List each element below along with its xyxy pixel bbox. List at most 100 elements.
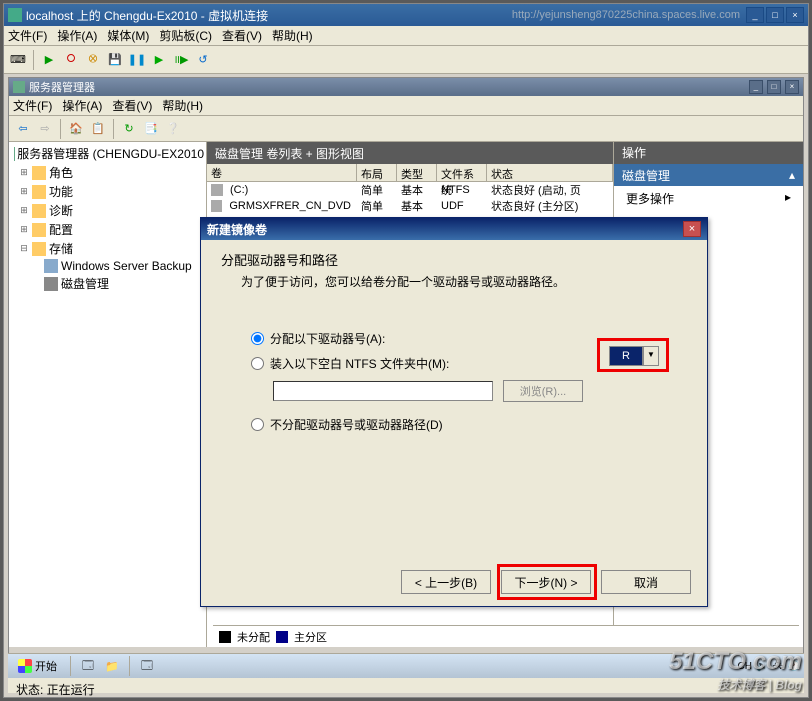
dialog-titlebar: 新建镜像卷 × xyxy=(201,218,707,240)
radio-none-row[interactable]: 不分配驱动器号或驱动器路径(D) xyxy=(251,416,687,433)
mount-path-field[interactable] xyxy=(273,381,493,401)
smgr-title: 服务器管理器 xyxy=(29,79,748,95)
save-icon[interactable]: 💾 xyxy=(105,50,125,70)
disk-header: 磁盘管理 卷列表 + 图形视图 xyxy=(207,142,613,164)
cancel-button[interactable]: 取消 xyxy=(601,570,691,594)
start-button[interactable]: 开始 xyxy=(12,656,63,676)
help-icon[interactable]: ❔ xyxy=(163,119,183,139)
smgr-icon xyxy=(13,81,25,93)
vm-window-buttons: _ □ × xyxy=(746,7,804,23)
volume-icon xyxy=(211,184,223,196)
menu-action[interactable]: 操作(A) xyxy=(57,27,97,44)
tree-backup[interactable]: Windows Server Backup xyxy=(11,258,204,274)
smgr-menu-action[interactable]: 操作(A) xyxy=(62,97,102,114)
chevron-right-icon: ▸ xyxy=(785,190,791,207)
vm-icon xyxy=(8,8,22,22)
smgr-menu-help[interactable]: 帮助(H) xyxy=(162,97,203,114)
dialog-buttons: < 上一步(B) 下一步(N) > 取消 xyxy=(401,570,691,594)
smgr-menubar: 文件(F) 操作(A) 查看(V) 帮助(H) xyxy=(9,96,803,116)
reset-icon[interactable]: ▶ xyxy=(149,50,169,70)
vm-title: localhost 上的 Chengdu-Ex2010 - 虚拟机连接 xyxy=(26,7,512,24)
vm-titlebar: localhost 上的 Chengdu-Ex2010 - 虚拟机连接 http… xyxy=(4,4,808,26)
menu-clipboard[interactable]: 剪贴板(C) xyxy=(159,27,212,44)
tree-diag[interactable]: ⊞诊断 xyxy=(11,201,204,220)
radio-assign-row[interactable]: 分配以下驱动器号(A): xyxy=(251,330,687,347)
smgr-menu-view[interactable]: 查看(V) xyxy=(112,97,152,114)
taskbar: 开始 🗔 📁 🗔 CH 🔊 🖧 🕐 xyxy=(8,654,804,678)
tree-roles[interactable]: ⊞角色 xyxy=(11,163,204,182)
legend-unalloc-swatch xyxy=(219,631,231,643)
smgr-close[interactable]: × xyxy=(785,80,799,94)
dialog-heading: 分配驱动器号和路径 xyxy=(221,250,687,269)
drive-letter-select[interactable]: R ▼ xyxy=(609,346,659,366)
dialog-close-button[interactable]: × xyxy=(683,221,701,237)
snapshot-icon[interactable]: ॥▶ xyxy=(171,50,191,70)
tray-icon[interactable]: 🔊 xyxy=(756,661,768,672)
table-row[interactable]: (C:) 简单 基本 NTFS 状态良好 (启动, 页 xyxy=(207,182,613,198)
vm-status: 状态: 正在运行 xyxy=(8,678,804,701)
tree-storage[interactable]: ⊟存储 xyxy=(11,239,204,258)
actions-more[interactable]: 更多操作▸ xyxy=(614,186,803,211)
quicklaunch-2[interactable]: 📁 xyxy=(102,656,122,676)
drive-letter-value: R xyxy=(609,346,643,366)
quicklaunch-1[interactable]: 🗔 xyxy=(78,656,98,676)
minimize-button[interactable]: _ xyxy=(746,7,764,23)
menu-help[interactable]: 帮助(H) xyxy=(272,27,313,44)
tray-icon[interactable]: 🖧 xyxy=(772,658,783,675)
col-status[interactable]: 状态 xyxy=(487,164,613,181)
col-layout[interactable]: 布局 xyxy=(357,164,397,181)
windows-icon xyxy=(18,659,32,673)
menu-file[interactable]: 文件(F) xyxy=(8,27,47,44)
pause-icon[interactable]: ❚❚ xyxy=(127,50,147,70)
dialog-title: 新建镜像卷 xyxy=(207,221,683,238)
next-button[interactable]: 下一步(N) > xyxy=(501,570,591,594)
turnoff-icon[interactable]: ⭘ xyxy=(61,50,81,70)
radio-no-assign[interactable] xyxy=(251,418,264,431)
smgr-menu-file[interactable]: 文件(F) xyxy=(13,97,52,114)
up-icon[interactable]: 🏠 xyxy=(66,119,86,139)
revert-icon[interactable]: ↺ xyxy=(193,50,213,70)
taskbar-smgr[interactable]: 🗔 xyxy=(137,656,157,676)
smgr-minimize[interactable]: _ xyxy=(749,80,763,94)
legend-primary: 主分区 xyxy=(294,629,327,645)
refresh-icon[interactable]: ↻ xyxy=(119,119,139,139)
tree-panel: 服务器管理器 (CHENGDU-EX2010 ⊞角色 ⊞功能 ⊞诊断 ⊞配置 ⊟… xyxy=(9,142,207,647)
table-row[interactable]: GRMSXFRER_CN_DVD (D:) 简单 基本 UDF 状态良好 (主分… xyxy=(207,198,613,214)
menu-view[interactable]: 查看(V) xyxy=(222,27,262,44)
back-icon[interactable]: ⇦ xyxy=(13,119,33,139)
dropdown-arrow-icon[interactable]: ▼ xyxy=(643,346,659,366)
close-button[interactable]: × xyxy=(786,7,804,23)
export-icon[interactable]: 📑 xyxy=(141,119,161,139)
start-icon[interactable]: ▶ xyxy=(39,50,59,70)
browse-button: 浏览(R)... xyxy=(503,380,583,402)
smgr-maximize[interactable]: □ xyxy=(767,80,781,94)
menu-media[interactable]: 媒体(M) xyxy=(107,27,149,44)
col-volume[interactable]: 卷 xyxy=(207,164,357,181)
maximize-button[interactable]: □ xyxy=(766,7,784,23)
vm-menubar: 文件(F) 操作(A) 媒体(M) 剪贴板(C) 查看(V) 帮助(H) xyxy=(4,26,808,46)
tree-diskmgmt[interactable]: 磁盘管理 xyxy=(11,274,204,293)
col-fs[interactable]: 文件系统 xyxy=(437,164,487,181)
shutdown-icon[interactable]: ⭙ xyxy=(83,50,103,70)
ctrl-alt-del-icon[interactable]: ⌨ xyxy=(8,50,28,70)
new-mirror-volume-dialog: 新建镜像卷 × 分配驱动器号和路径 为了便于访问，您可以给卷分配一个驱动器号或驱… xyxy=(200,217,708,607)
radio-assign-label: 分配以下驱动器号(A): xyxy=(270,330,385,347)
col-type[interactable]: 类型 xyxy=(397,164,437,181)
legend-bar: 未分配 主分区 xyxy=(213,625,799,647)
actions-sub[interactable]: 磁盘管理▴ xyxy=(614,164,803,186)
forward-icon[interactable]: ⇨ xyxy=(35,119,55,139)
props-icon[interactable]: 📋 xyxy=(88,119,108,139)
tree-config[interactable]: ⊞配置 xyxy=(11,220,204,239)
back-button[interactable]: < 上一步(B) xyxy=(401,570,491,594)
radio-assign-letter[interactable] xyxy=(251,332,264,345)
system-tray: CH 🔊 🖧 🕐 xyxy=(737,658,800,675)
lang-indicator[interactable]: CH xyxy=(737,661,751,672)
legend-primary-swatch xyxy=(276,631,288,643)
status-bar: 开始 🗔 📁 🗔 CH 🔊 🖧 🕐 状态: 正在运行 xyxy=(8,653,804,693)
radio-mount-folder[interactable] xyxy=(251,357,264,370)
dialog-subheading: 为了便于访问，您可以给卷分配一个驱动器号或驱动器路径。 xyxy=(241,273,687,290)
tree-features[interactable]: ⊞功能 xyxy=(11,182,204,201)
watermark-url: http://yejunsheng870225china.spaces.live… xyxy=(512,9,740,21)
tree-root[interactable]: 服务器管理器 (CHENGDU-EX2010 xyxy=(11,144,204,163)
tray-icon[interactable]: 🕐 xyxy=(788,661,800,672)
